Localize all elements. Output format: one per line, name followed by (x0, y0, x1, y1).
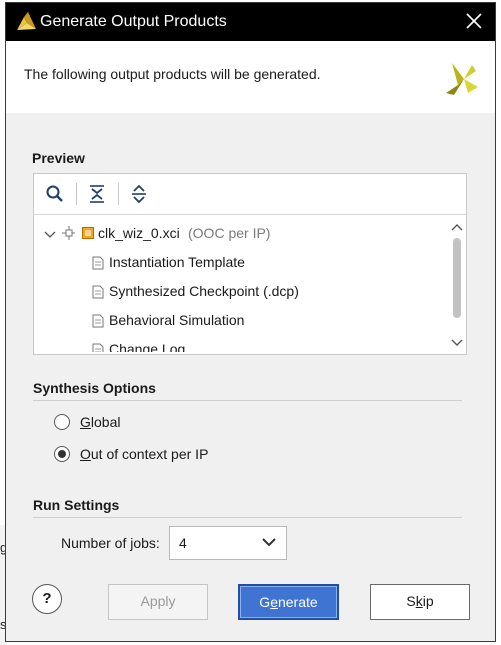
document-icon (92, 343, 104, 352)
tree-item-label: Change Log (109, 341, 186, 352)
scroll-up-icon[interactable] (451, 222, 463, 232)
radio-out-of-context-label: Out of context per IP (80, 446, 209, 462)
tree-row-item[interactable]: Instantiation Template (36, 251, 416, 275)
expand-all-icon[interactable] (128, 183, 150, 205)
title-bar: Generate Output Products (6, 3, 495, 41)
preview-scrollbar[interactable] (450, 218, 464, 352)
chevron-down-icon[interactable] (44, 230, 56, 240)
document-icon (92, 314, 104, 328)
dialog-title: Generate Output Products (40, 13, 227, 30)
dialog-description: The following output products will be ge… (24, 66, 321, 82)
radio-global-label: Global (80, 414, 121, 430)
preview-panel: clk_wiz_0.xci (OOC per IP) Instantiation… (33, 173, 467, 355)
scroll-down-icon[interactable] (451, 338, 463, 348)
tree-root-suffix: (OOC per IP) (188, 225, 271, 241)
document-icon (92, 285, 104, 299)
tree-row-item[interactable]: Synthesized Checkpoint (.dcp) (36, 280, 416, 304)
section-divider (33, 517, 462, 518)
xilinx-logo-icon (446, 63, 478, 95)
preview-label: Preview (32, 150, 85, 166)
preview-toolbar (34, 174, 466, 215)
tree-item-label: Synthesized Checkpoint (.dcp) (109, 283, 299, 299)
tree-row-item[interactable]: Change Log (36, 338, 416, 352)
output-products-tree: clk_wiz_0.xci (OOC per IP) Instantiation… (36, 218, 450, 352)
scrollbar-thumb[interactable] (453, 238, 461, 318)
synthesis-options-label: Synthesis Options (33, 380, 156, 396)
number-of-jobs-label: Number of jobs: (61, 535, 160, 551)
number-of-jobs-value: 4 (179, 535, 187, 551)
tree-row-item[interactable]: Behavioral Simulation (36, 309, 416, 333)
tree-item-label: Behavioral Simulation (109, 312, 245, 328)
generate-output-products-dialog: Generate Output Products The following o… (5, 2, 496, 642)
chevron-down-icon (262, 538, 276, 547)
dialog-header: The following output products will be ge… (6, 41, 495, 113)
skip-button[interactable]: Skip (370, 584, 470, 620)
tree-item-label: Instantiation Template (109, 254, 245, 270)
apply-button[interactable]: Apply (108, 584, 208, 620)
run-settings-label: Run Settings (33, 497, 120, 513)
section-divider (33, 400, 462, 401)
collapse-all-icon[interactable] (86, 183, 108, 205)
generate-button[interactable]: Generate (238, 584, 339, 620)
radio-global-button[interactable] (54, 414, 70, 430)
vivado-app-icon (17, 12, 36, 30)
number-of-jobs-select[interactable]: 4 (169, 526, 287, 560)
radio-out-of-context-button[interactable] (54, 446, 70, 462)
search-icon[interactable] (44, 183, 66, 205)
toolbar-divider (118, 183, 119, 205)
help-button[interactable]: ? (32, 584, 62, 614)
tree-root-label: clk_wiz_0.xci (98, 225, 180, 241)
document-icon (92, 256, 104, 270)
ip-connector-icon (62, 226, 75, 240)
tree-row-root[interactable]: clk_wiz_0.xci (OOC per IP) (36, 222, 436, 246)
ip-block-icon (82, 227, 94, 239)
toolbar-divider (76, 183, 77, 205)
close-icon[interactable] (463, 10, 485, 32)
